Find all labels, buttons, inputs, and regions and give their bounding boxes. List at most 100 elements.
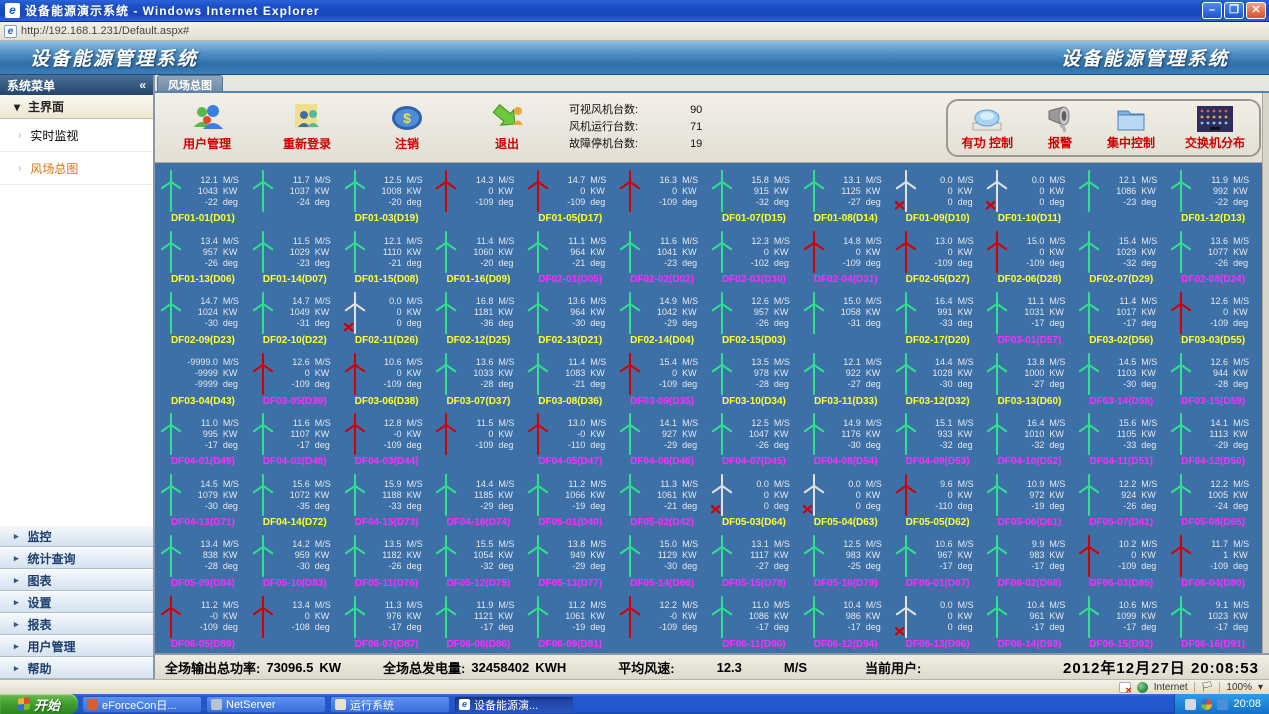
sidebar-item-windfarm-overview[interactable]: › 风场总图: [0, 152, 153, 185]
turbine-cell[interactable]: 0.0 M/S 0 KW 0 deg DF01-09(D10): [892, 167, 984, 228]
sidebar-item-help[interactable]: ▸ 帮助: [0, 657, 153, 679]
turbine-cell[interactable]: 15.8 M/S 915 KW -32 deg DF01-07(D15): [708, 167, 800, 228]
turbine-cell[interactable]: 13.5 M/S 978 KW -28 deg DF03-10(D34): [708, 349, 800, 410]
turbine-cell[interactable]: 11.5 M/S 1029 KW -23 deg DF01-14(D07): [249, 228, 341, 289]
turbine-cell[interactable]: 15.6 M/S 1072 KW -35 deg DF04-14(D72): [249, 471, 341, 532]
turbine-cell[interactable]: 16.4 M/S 991 KW -33 deg DF02-17(D20): [892, 289, 984, 350]
turbine-cell[interactable]: 12.2 M/S 1005 KW -24 deg DF05-08(D65): [1167, 471, 1259, 532]
turbine-cell[interactable]: 10.6 M/S 967 KW -17 deg DF06-01(D67): [892, 532, 984, 593]
turbine-cell[interactable]: 11.6 M/S 1041 KW -23 deg DF02-02(D02): [616, 228, 708, 289]
turbine-cell[interactable]: 10.6 M/S 0 KW -109 deg DF03-06(D38): [341, 349, 433, 410]
task-eforcecon[interactable]: eForceCon日...: [82, 696, 202, 713]
turbine-cell[interactable]: 14.7 M/S 1049 KW -31 deg DF02-10(D22): [249, 289, 341, 350]
turbine-cell[interactable]: 13.0 M/S -0 KW -110 deg DF04-05(D47): [524, 410, 616, 471]
turbine-cell[interactable]: 14.2 M/S 959 KW -30 deg DF05-10(D83): [249, 532, 341, 593]
turbine-cell[interactable]: 11.0 M/S 1086 KW -17 deg DF06-11(D90): [708, 592, 800, 653]
task-runtime-system[interactable]: 运行系统: [330, 696, 450, 713]
turbine-cell[interactable]: 16.4 M/S 1010 KW -32 deg DF04-10(D52): [984, 410, 1076, 471]
turbine-cell[interactable]: 12.6 M/S 944 KW -28 deg DF03-15(D59): [1167, 349, 1259, 410]
turbine-cell[interactable]: 9.6 M/S 0 KW -110 deg DF05-05(D62): [892, 471, 984, 532]
turbine-cell[interactable]: 11.7 M/S 1 KW -109 deg DF06-04(D80): [1167, 532, 1259, 593]
turbine-cell[interactable]: 12.6 M/S 0 KW -109 deg DF03-05(D39): [249, 349, 341, 410]
turbine-cell[interactable]: 14.1 M/S 927 KW -29 deg DF04-06(D46): [616, 410, 708, 471]
turbine-cell[interactable]: 15.0 M/S 1058 KW -31 deg: [800, 289, 892, 350]
close-button[interactable]: ✕: [1246, 2, 1266, 19]
turbine-cell[interactable]: 11.9 M/S 992 KW -22 deg DF01-12(D13): [1167, 167, 1259, 228]
turbine-cell[interactable]: 11.3 M/S 976 KW -17 deg DF06-07(D87): [341, 592, 433, 653]
turbine-cell[interactable]: 12.6 M/S 0 KW -109 deg DF03-03(D55): [1167, 289, 1259, 350]
sidebar-item-realtime[interactable]: › 实时监视: [0, 119, 153, 152]
turbine-cell[interactable]: 12.1 M/S 1086 KW -23 deg: [1075, 167, 1167, 228]
turbine-cell[interactable]: 13.6 M/S 1077 KW -26 deg DF02-08(D24): [1167, 228, 1259, 289]
sidebar-item-charts[interactable]: ▸ 图表: [0, 569, 153, 591]
turbine-cell[interactable]: 15.6 M/S 1105 KW -33 deg DF04-11(D51): [1075, 410, 1167, 471]
sidebar-item-settings[interactable]: ▸ 设置: [0, 591, 153, 613]
turbine-cell[interactable]: 14.3 M/S 0 KW -109 deg: [433, 167, 525, 228]
turbine-cell[interactable]: 15.9 M/S 1188 KW -33 deg DF04-15(D73): [341, 471, 433, 532]
turbine-cell[interactable]: 11.6 M/S 1107 KW -17 deg DF04-02(D48): [249, 410, 341, 471]
turbine-cell[interactable]: 11.4 M/S 1083 KW -21 deg DF03-08(D36): [524, 349, 616, 410]
turbine-cell[interactable]: 11.0 M/S 995 KW -17 deg DF04-01(D49): [157, 410, 249, 471]
turbine-cell[interactable]: 14.4 M/S 1185 KW -29 deg DF04-16(D74): [433, 471, 525, 532]
turbine-cell[interactable]: 14.7 M/S 0 KW -109 deg DF01-05(D17): [524, 167, 616, 228]
exit-button[interactable]: 退出: [459, 103, 555, 152]
turbine-cell[interactable]: 11.2 M/S 1061 KW -19 deg DF06-09(D81): [524, 592, 616, 653]
turbine-cell[interactable]: 14.8 M/S 0 KW -109 deg DF02-04(D31): [800, 228, 892, 289]
zoom-dropdown-icon[interactable]: ▾: [1258, 682, 1263, 693]
turbine-cell[interactable]: 14.1 M/S 1113 KW -29 deg DF04-12(D50): [1167, 410, 1259, 471]
turbine-cell[interactable]: 9.9 M/S 983 KW -17 deg DF06-02(D68): [984, 532, 1076, 593]
url-text[interactable]: http://192.168.1.231/Default.aspx#: [21, 25, 189, 37]
turbine-cell[interactable]: 11.1 M/S 964 KW -21 deg DF02-01(D05): [524, 228, 616, 289]
turbine-cell[interactable]: 12.5 M/S 1047 KW -26 deg DF04-07(D45): [708, 410, 800, 471]
active-power-control-button[interactable]: 有功 控制: [962, 105, 1013, 151]
turbine-cell[interactable]: -9999.0 M/S -9999 KW -9999 deg DF03-04(D43): [157, 349, 249, 410]
turbine-cell[interactable]: 10.9 M/S 972 KW -19 deg DF05-06(D61): [984, 471, 1076, 532]
turbine-cell[interactable]: 14.4 M/S 1028 KW -30 deg DF03-12(D32): [892, 349, 984, 410]
sidebar-item-user-management[interactable]: ▸ 用户管理: [0, 635, 153, 657]
turbine-cell[interactable]: 14.7 M/S 1024 KW -30 deg DF02-09(D23): [157, 289, 249, 350]
page-error-icon[interactable]: [1118, 681, 1132, 695]
network-tray-icon[interactable]: [1217, 698, 1229, 710]
turbine-cell[interactable]: 10.4 M/S 986 KW -17 deg DF06-12(D94): [800, 592, 892, 653]
sidebar-item-reports[interactable]: ▸ 报表: [0, 613, 153, 635]
turbine-cell[interactable]: 13.6 M/S 964 KW -30 deg DF02-13(D21): [524, 289, 616, 350]
turbine-cell[interactable]: 11.3 M/S 1061 KW -21 deg DF05-02(D42): [616, 471, 708, 532]
turbine-cell[interactable]: 15.5 M/S 1054 KW -32 deg DF05-12(D75): [433, 532, 525, 593]
turbine-cell[interactable]: 14.9 M/S 1176 KW -30 deg DF04-08(D54): [800, 410, 892, 471]
turbine-cell[interactable]: 11.4 M/S 1060 KW -20 deg DF01-16(D09): [433, 228, 525, 289]
task-netserver[interactable]: NetServer: [206, 696, 326, 713]
turbine-cell[interactable]: 12.1 M/S 1043 KW -22 deg DF01-01(D01): [157, 167, 249, 228]
turbine-cell[interactable]: 15.0 M/S 1129 KW -30 deg DF05-14(D66): [616, 532, 708, 593]
turbine-cell[interactable]: 11.9 M/S 1121 KW -17 deg DF06-08(D86): [433, 592, 525, 653]
turbine-cell[interactable]: 13.4 M/S 957 KW -26 deg DF01-13(D06): [157, 228, 249, 289]
turbine-cell[interactable]: 12.5 M/S 1008 KW -20 deg DF01-03(D19): [341, 167, 433, 228]
sidebar-item-monitoring[interactable]: ▸ 监控: [0, 525, 153, 547]
turbine-cell[interactable]: 15.1 M/S 933 KW -32 deg DF04-09(D53): [892, 410, 984, 471]
turbine-cell[interactable]: 12.2 M/S -0 KW -109 deg: [616, 592, 708, 653]
turbine-cell[interactable]: 13.4 M/S 0 KW -108 deg: [249, 592, 341, 653]
vertical-scrollbar[interactable]: [1262, 93, 1269, 653]
turbine-cell[interactable]: 0.0 M/S 0 KW 0 deg DF06-13(D96): [892, 592, 984, 653]
turbine-cell[interactable]: 14.9 M/S 1042 KW -29 deg DF02-14(D04): [616, 289, 708, 350]
turbine-cell[interactable]: 11.4 M/S 1017 KW -17 deg DF03-02(D56): [1075, 289, 1167, 350]
minimize-button[interactable]: –: [1202, 2, 1222, 19]
turbine-cell[interactable]: 0.0 M/S 0 KW 0 deg DF02-11(D26): [341, 289, 433, 350]
sidebar-group-main[interactable]: ▾ 主界面: [0, 95, 153, 119]
turbine-cell[interactable]: 10.2 M/S 0 KW -109 deg DF06-03(D85): [1075, 532, 1167, 593]
turbine-cell[interactable]: 12.3 M/S 0 KW -102 deg DF02-03(D30): [708, 228, 800, 289]
central-control-button[interactable]: 集中控制: [1107, 105, 1155, 151]
turbine-cell[interactable]: 13.8 M/S 949 KW -29 deg DF05-13(D77): [524, 532, 616, 593]
turbine-cell[interactable]: 12.8 M/S -0 KW -109 deg DF04-03(D44): [341, 410, 433, 471]
turbine-cell[interactable]: 10.6 M/S 1099 KW -17 deg DF06-15(D92): [1075, 592, 1167, 653]
turbine-cell[interactable]: 12.2 M/S 924 KW -26 deg DF05-07(D41): [1075, 471, 1167, 532]
turbine-cell[interactable]: 13.1 M/S 1117 KW -27 deg DF05-15(D78): [708, 532, 800, 593]
turbine-cell[interactable]: 13.5 M/S 1182 KW -26 deg DF05-11(D76): [341, 532, 433, 593]
turbine-cell[interactable]: 14.5 M/S 1103 KW -30 deg DF03-14(D58): [1075, 349, 1167, 410]
relogin-button[interactable]: 重新登录: [259, 103, 355, 152]
sidebar-item-statistics-query[interactable]: ▸ 统计查询: [0, 547, 153, 569]
protected-mode-icon[interactable]: 🏳: [1201, 682, 1214, 693]
zoom-level[interactable]: 100%: [1226, 682, 1252, 693]
turbine-cell[interactable]: 13.4 M/S 838 KW -28 deg DF05-09(D84): [157, 532, 249, 593]
turbine-cell[interactable]: 13.8 M/S 1000 KW -27 deg DF03-13(D60): [984, 349, 1076, 410]
restore-button[interactable]: ❐: [1224, 2, 1244, 19]
